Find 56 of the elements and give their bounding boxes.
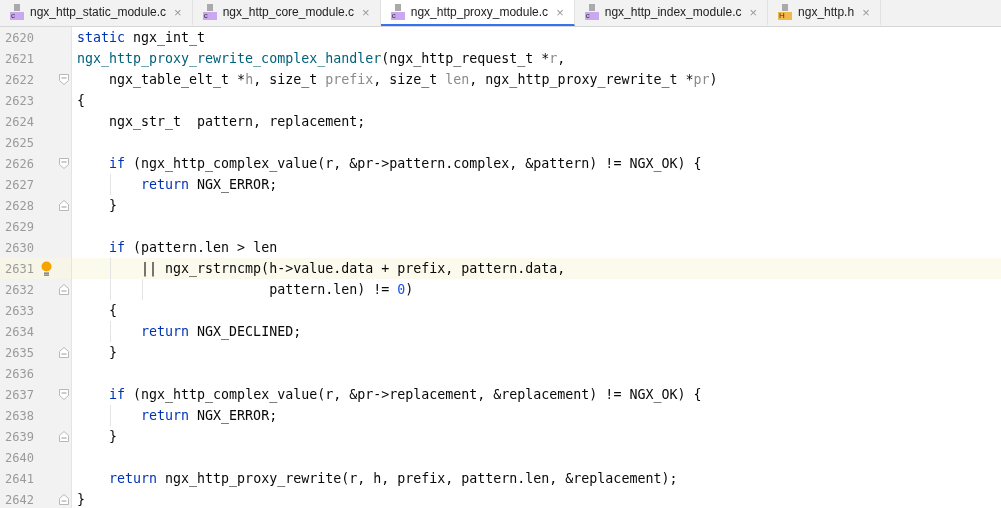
fold-marker-icon[interactable] — [59, 158, 69, 169]
code-line: ngx_http_proxy_rewrite_complex_handler(ngx_http_request_t *r, — [77, 51, 566, 66]
line-number: 2623 — [4, 93, 34, 108]
fold-marker-icon[interactable] — [59, 389, 69, 400]
line-number: 2621 — [4, 51, 34, 66]
line-number: 2636 — [4, 366, 34, 381]
line-number: 2632 — [4, 282, 34, 297]
line-number: 2628 — [4, 198, 34, 213]
code-line: static ngx_int_t — [77, 30, 206, 45]
line-number: 2639 — [4, 429, 34, 444]
fold-marker-icon[interactable] — [59, 347, 69, 358]
line-number: 2627 — [4, 177, 34, 192]
fold-marker-icon[interactable] — [59, 74, 69, 85]
fold-marker-icon[interactable] — [59, 431, 69, 442]
editor-tab[interactable]: H ngx_http.h × — [768, 0, 881, 26]
code-line: if (ngx_http_complex_value(r, &pr->replacement, &replacement) != NGX_OK) { — [108, 387, 702, 402]
line-number: 2642 — [4, 492, 34, 507]
fold-marker-icon[interactable] — [59, 494, 69, 505]
code-line: } — [77, 492, 85, 507]
line-number: 2630 — [4, 240, 34, 255]
code-line: ngx_table_elt_t *h, size_t prefix, size_t len, ngx_http_proxy_rewrite_t *pr) — [108, 72, 718, 87]
line-number: 2637 — [4, 387, 34, 402]
code-line: pattern.len) != 0) — [268, 282, 414, 297]
code-line: } — [108, 429, 118, 444]
code-line: } — [108, 345, 118, 360]
line-number: 2638 — [4, 408, 34, 423]
line-number: 2631 — [4, 261, 34, 276]
editor-tab[interactable]: c ngx_http_index_module.c × — [574, 0, 769, 26]
code-line: if (pattern.len > len — [108, 240, 278, 255]
code-line: { — [108, 303, 118, 318]
line-number: 2633 — [4, 303, 34, 318]
editor-tab[interactable]: c ngx_http_proxy_module.c × — [380, 0, 575, 26]
code-line: return ngx_http_proxy_rewrite(r, h, prefix, pattern.len, &replacement); — [108, 471, 678, 486]
line-number: 2641 — [4, 471, 34, 486]
editor-tab[interactable]: c ngx_http_static_module.c × — [0, 0, 193, 26]
editor-tab[interactable]: c ngx_http_core_module.c × — [192, 0, 381, 26]
line-number: 2629 — [4, 219, 34, 234]
line-number: 2624 — [4, 114, 34, 129]
line-number: 2625 — [4, 135, 34, 150]
code-line: ngx_str_t pattern, replacement; — [108, 114, 366, 129]
fold-marker-icon[interactable] — [59, 200, 69, 211]
line-number: 2622 — [4, 72, 34, 87]
fold-marker-icon[interactable] — [59, 284, 69, 295]
code-line: return NGX_ERROR; — [140, 177, 278, 192]
line-number: 2640 — [4, 450, 34, 465]
code-line: return NGX_DECLINED; — [140, 324, 302, 339]
code-line: || ngx_rstrncmp(h->value.data + prefix, pattern.data, — [140, 261, 566, 276]
line-number: 2634 — [4, 324, 34, 339]
code-line: { — [77, 93, 85, 108]
code-line: } — [108, 198, 118, 213]
line-number: 2620 — [4, 30, 34, 45]
lightbulb-icon[interactable] — [40, 260, 52, 277]
code-line: if (ngx_http_complex_value(r, &pr->pattern.complex, &pattern) != NGX_OK) { — [108, 156, 702, 171]
line-number: 2635 — [4, 345, 34, 360]
code-line: return NGX_ERROR; — [140, 408, 278, 423]
line-number: 2626 — [4, 156, 34, 171]
